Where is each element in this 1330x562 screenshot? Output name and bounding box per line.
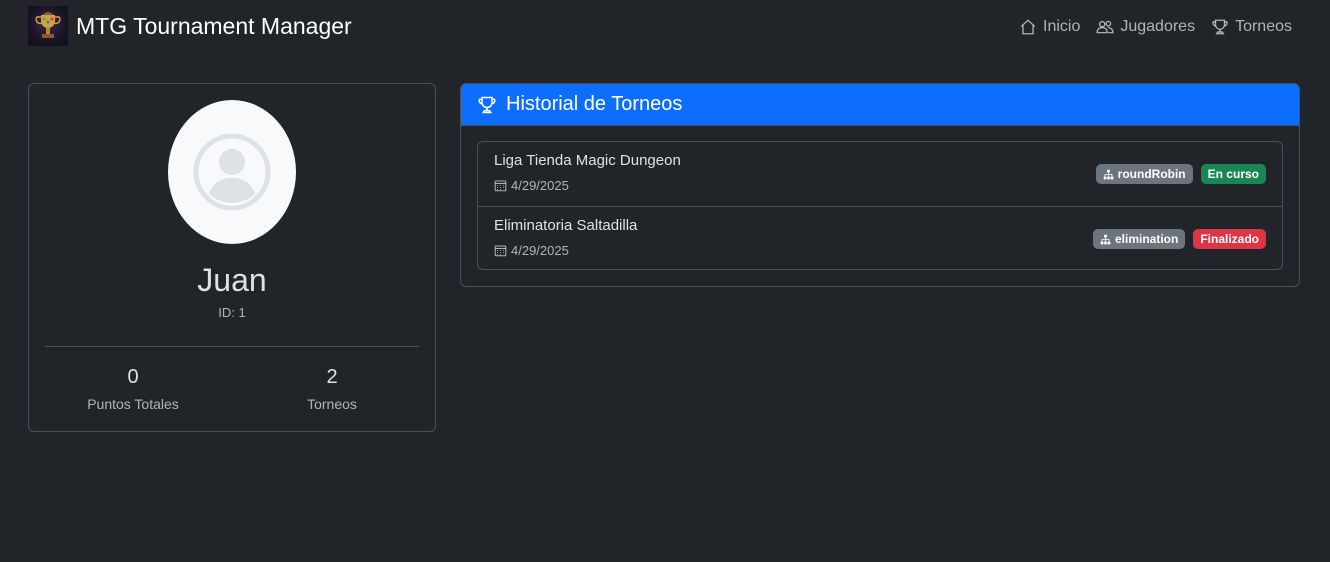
diagram-icon	[1103, 169, 1113, 179]
nav-link-torneos[interactable]: Torneos	[1211, 16, 1292, 38]
brand-title: MTG Tournament Manager	[76, 12, 352, 39]
tournament-history-card: Historial de Torneos Liga Tienda Magic D…	[460, 83, 1300, 287]
navbar: MTG Tournament Manager Inicio Jugadores	[0, 0, 1330, 56]
calendar-icon	[494, 245, 507, 257]
trophy-logo-icon	[28, 6, 68, 46]
tournament-date-text: 4/29/2025	[511, 178, 569, 193]
nav-link-label: Torneos	[1235, 18, 1292, 35]
trophy-icon	[1212, 19, 1228, 35]
nav-link-jugadores[interactable]: Jugadores	[1096, 16, 1195, 38]
stat-total-points: 0 Puntos Totales	[43, 366, 223, 412]
list-item[interactable]: Eliminatoria Saltadilla 4/29/2025 elimin…	[478, 206, 1282, 270]
tournament-name: Liga Tienda Magic Dungeon	[494, 152, 681, 169]
stat-tournaments: 2 Torneos	[242, 366, 422, 412]
nav-link-inicio[interactable]: Inicio	[1019, 16, 1080, 38]
player-name: Juan	[197, 262, 267, 298]
avatar	[168, 100, 296, 244]
status-badge: Finalizado	[1193, 229, 1266, 249]
person-circle-icon	[193, 133, 271, 211]
format-badge: roundRobin	[1095, 164, 1193, 184]
tournament-date-text: 4/29/2025	[511, 243, 569, 258]
nav-link-label: Inicio	[1043, 18, 1081, 35]
stat-value: 2	[326, 366, 338, 388]
format-badge: elimination	[1092, 229, 1186, 249]
list-item[interactable]: Liga Tienda Magic Dungeon 4/29/2025 roun…	[478, 142, 1282, 206]
tournament-date: 4/29/2025	[494, 178, 569, 193]
nav-links: Inicio Jugadores Torneos	[1003, 16, 1292, 38]
format-badge-label: elimination	[1114, 232, 1179, 246]
divider	[45, 346, 419, 347]
nav-link-label: Jugadores	[1120, 18, 1196, 35]
stat-value: 0	[127, 366, 139, 388]
format-badge-label: roundRobin	[1117, 167, 1186, 181]
trophy-icon	[478, 96, 496, 113]
stat-label: Puntos Totales	[87, 396, 179, 412]
diagram-icon	[1100, 234, 1111, 244]
badges: elimination Finalizado	[1092, 229, 1266, 249]
player-id: ID: 1	[218, 305, 246, 320]
tournament-name: Eliminatoria Saltadilla	[494, 217, 638, 234]
history-header: Historial de Torneos	[461, 84, 1299, 126]
stat-label: Torneos	[307, 396, 357, 412]
tournament-date: 4/29/2025	[494, 243, 569, 258]
history-title: Historial de Torneos	[506, 93, 683, 115]
player-profile-card: Juan ID: 1 0 Puntos Totales 2 Torneos	[28, 83, 436, 432]
calendar-icon	[494, 180, 507, 192]
people-icon	[1096, 20, 1114, 34]
brand-link[interactable]: MTG Tournament Manager	[28, 6, 352, 46]
house-icon	[1020, 19, 1036, 35]
tournament-list: Liga Tienda Magic Dungeon 4/29/2025 roun…	[477, 141, 1283, 270]
status-badge: En curso	[1200, 164, 1266, 184]
badges: roundRobin En curso	[1095, 164, 1266, 184]
